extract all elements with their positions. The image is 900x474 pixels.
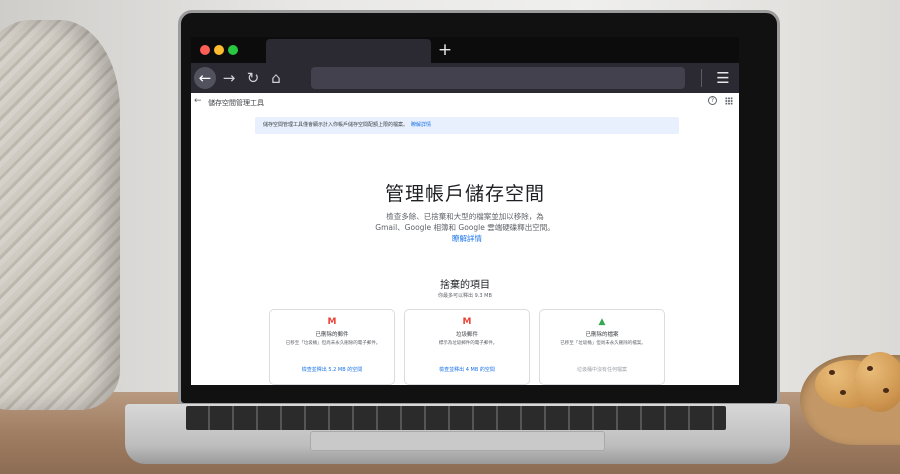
- address-bar[interactable]: [311, 67, 685, 89]
- info-banner: 儲存空間管理工具僅會顯示計入你帳戶儲存空間配額上限的檔案。 瞭解詳情: [255, 117, 679, 134]
- new-tab-button[interactable]: +: [435, 39, 455, 61]
- browser-titlebar: +: [191, 37, 739, 63]
- menu-icon[interactable]: ☰: [712, 67, 734, 89]
- gmail-icon: M: [327, 317, 337, 327]
- hero-title: 管理帳戶儲存空間: [384, 183, 545, 205]
- cookie: [855, 352, 900, 412]
- section-subtitle: 你最多可以釋出 9.3 MB: [438, 293, 492, 299]
- card-action-link[interactable]: 檢查並釋出 4 MB 的空間: [405, 366, 529, 373]
- storage-manager-page: ← 儲存空間管理工具 ? 儲存空間管理工具僅會顯示計入你帳戶儲存空間配額上限的檔…: [191, 93, 739, 385]
- deleted-files-card[interactable]: ▲ 已刪除的檔案 已移至「垃圾桶」但尚未永久刪除的檔案。 垃圾桶中沒有任何檔案: [539, 309, 665, 385]
- card-title: 已刪除的檔案: [585, 332, 619, 338]
- card-title: 垃圾郵件: [455, 332, 478, 338]
- back-arrow-icon[interactable]: ←: [194, 96, 202, 106]
- browser-toolbar: ← → ↻ ⌂ ☰: [191, 63, 739, 93]
- page-header: ← 儲存空間管理工具 ?: [191, 93, 739, 113]
- back-icon[interactable]: ←: [194, 67, 216, 89]
- page-title: 儲存空間管理工具: [208, 99, 264, 107]
- close-window-button[interactable]: [200, 45, 210, 55]
- help-icon[interactable]: ?: [708, 96, 717, 105]
- maximize-window-button[interactable]: [228, 45, 238, 55]
- browser-window: + ← → ↻ ⌂ ☰ ← 儲存空間管理工具 ? 儲存空間管理工具僅會顯示計入你…: [191, 37, 739, 385]
- card-description: 標示為垃圾郵件的電子郵件。: [438, 341, 498, 346]
- section-title: 捨棄的項目: [440, 280, 490, 291]
- decorative-vase: [0, 20, 120, 410]
- toolbar-divider: [701, 69, 702, 87]
- apps-grid-icon[interactable]: [725, 97, 733, 105]
- laptop-trackpad: [310, 431, 605, 451]
- card-action-link[interactable]: 檢查並釋出 5.2 MB 的空間: [270, 366, 394, 373]
- hero-learn-more-link[interactable]: 瞭解詳情: [452, 234, 482, 243]
- card-description: 已移至「垃圾桶」但尚未永久刪除的電子郵件。: [285, 341, 381, 346]
- gmail-icon: M: [462, 317, 472, 327]
- minimize-window-button[interactable]: [214, 45, 224, 55]
- card-title: 已刪除的郵件: [315, 332, 349, 338]
- banner-learn-more-link[interactable]: 瞭解詳情: [411, 122, 431, 128]
- hero-description-text: 檢查多餘、已捨棄和大型的檔案並加以移除，為 Gmail、Google 相簿和 G…: [375, 212, 555, 232]
- spam-mail-card[interactable]: M 垃圾郵件 標示為垃圾郵件的電子郵件。 檢查並釋出 4 MB 的空間: [404, 309, 530, 385]
- drive-icon: ▲: [598, 317, 606, 327]
- reload-icon[interactable]: ↻: [242, 67, 264, 89]
- forward-icon[interactable]: →: [218, 67, 240, 89]
- deleted-mail-card[interactable]: M 已刪除的郵件 已移至「垃圾桶」但尚未永久刪除的電子郵件。 檢查並釋出 5.2…: [269, 309, 395, 385]
- banner-text: 儲存空間管理工具僅會顯示計入你帳戶儲存空間配額上限的檔案。: [263, 122, 409, 128]
- card-description: 已移至「垃圾桶」但尚未永久刪除的檔案。: [560, 341, 646, 346]
- laptop-keyboard: [186, 406, 726, 430]
- home-icon[interactable]: ⌂: [265, 67, 287, 89]
- hero-description: 檢查多餘、已捨棄和大型的檔案並加以移除，為 Gmail、Google 相簿和 G…: [375, 211, 555, 244]
- card-action-text: 垃圾桶中沒有任何檔案: [576, 367, 627, 373]
- browser-tab[interactable]: [266, 39, 431, 63]
